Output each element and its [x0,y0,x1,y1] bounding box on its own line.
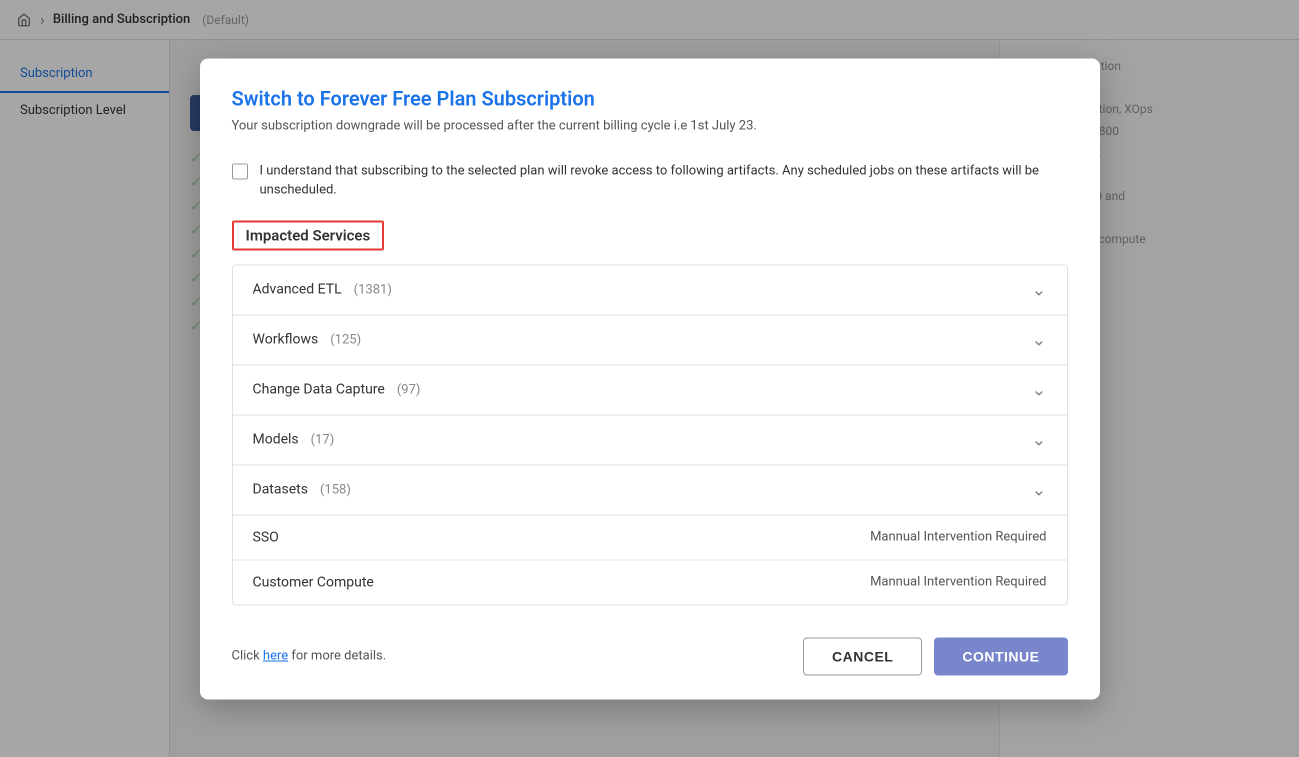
service-row-models[interactable]: Models (17) [233,415,1067,465]
impacted-services-heading: Impacted Services [232,220,385,250]
service-count-models: (17) [311,432,335,447]
service-row-workflows[interactable]: Workflows (125) [233,315,1067,365]
modal-header: Switch to Forever Free Plan Subscription… [200,58,1100,145]
chevron-down-icon-cdc [1031,379,1046,400]
service-name-advanced-etl: Advanced ETL [253,282,342,298]
footer-here-link[interactable]: here [263,649,288,664]
customer-compute-manual-text: Mannual Intervention Required [870,575,1046,590]
chevron-down-icon-workflows [1031,329,1046,350]
chevron-down-icon-datasets [1031,479,1046,500]
modal-body: I understand that subscribing to the sel… [200,145,1100,621]
footer-more-details-text: for more details. [288,649,386,664]
service-name-datasets: Datasets [253,482,308,498]
understand-label: I understand that subscribing to the sel… [260,161,1068,200]
chevron-down-icon-models [1031,429,1046,450]
continue-button[interactable]: CONTINUE [934,637,1067,675]
service-name-workflows: Workflows [253,332,319,348]
service-name-cdc: Change Data Capture [253,382,385,398]
service-count-workflows: (125) [330,332,361,347]
service-row-change-data-capture[interactable]: Change Data Capture (97) [233,365,1067,415]
service-name-models: Models [253,432,299,448]
footer-buttons: CANCEL CONTINUE [803,637,1067,675]
chevron-down-icon-advanced-etl [1031,279,1046,300]
understand-checkbox[interactable] [232,163,248,179]
service-row-datasets[interactable]: Datasets (158) [233,465,1067,515]
footer-click-text: Click [232,649,263,664]
service-name-sso: SSO [253,529,279,545]
modal-footer: Click here for more details. CANCEL CONT… [200,621,1100,699]
understand-checkbox-row: I understand that subscribing to the sel… [232,161,1068,200]
service-name-customer-compute: Customer Compute [253,574,374,590]
service-row-customer-compute: Customer Compute Mannual Intervention Re… [233,560,1067,604]
switch-plan-modal: Switch to Forever Free Plan Subscription… [200,58,1100,699]
modal-subtitle: Your subscription downgrade will be proc… [232,118,1068,133]
cancel-button[interactable]: CANCEL [803,637,922,675]
service-count-datasets: (158) [320,482,351,497]
sso-manual-text: Mannual Intervention Required [870,530,1046,545]
services-table: Advanced ETL (1381) Workflows (125) [232,264,1068,605]
service-row-advanced-etl[interactable]: Advanced ETL (1381) [233,265,1067,315]
footer-details-text: Click here for more details. [232,649,387,664]
service-count-cdc: (97) [397,382,421,397]
service-row-sso: SSO Mannual Intervention Required [233,515,1067,560]
service-count-advanced-etl: (1381) [354,282,392,297]
modal-title: Switch to Forever Free Plan Subscription [232,86,1068,110]
